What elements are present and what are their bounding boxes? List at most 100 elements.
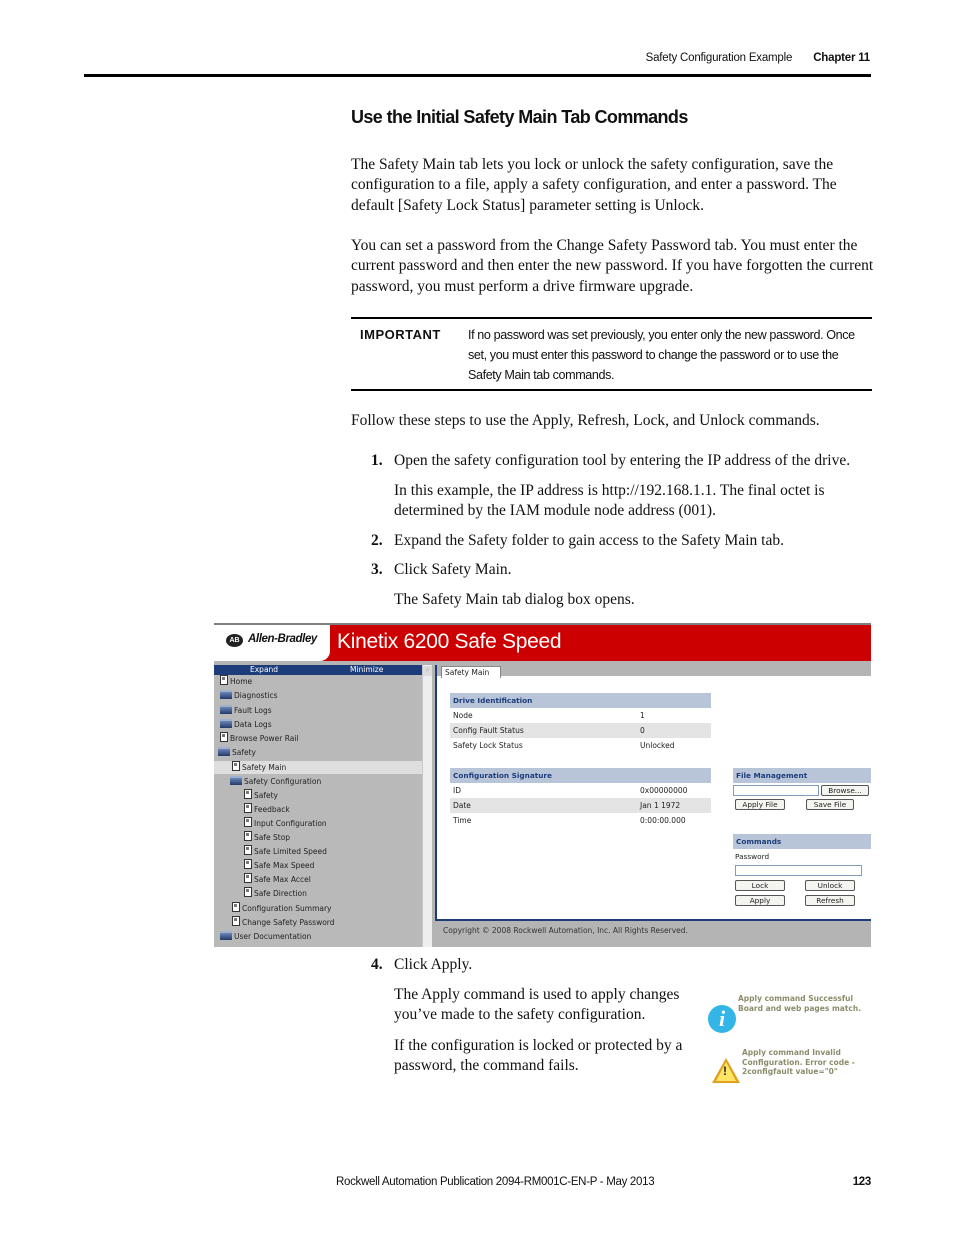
row-key: Safety Lock Status xyxy=(453,741,523,750)
nav-item[interactable]: User Documentation xyxy=(214,930,311,943)
row-value: Unlocked xyxy=(640,741,675,750)
tab-safety-main[interactable]: Safety Main xyxy=(441,666,501,678)
section-heading: Use the Initial Safety Main Tab Commands xyxy=(351,107,688,127)
scroll-up-icon[interactable]: ^ xyxy=(423,666,432,676)
page-icon xyxy=(244,817,252,827)
nav-item-label: Change Safety Password xyxy=(242,918,335,927)
row-value: 0:00:00.000 xyxy=(640,816,686,825)
page-icon xyxy=(232,916,240,926)
folder-open-icon xyxy=(230,776,242,785)
running-head-chapter: Chapter 11 xyxy=(813,52,870,64)
nav-item[interactable]: Home xyxy=(214,675,252,688)
warning-exclamation-icon: ! xyxy=(723,1064,727,1078)
nav-item[interactable]: Change Safety Password xyxy=(214,916,335,929)
content-panel: Safety Main Drive Identification Node 1 … xyxy=(435,665,871,921)
folder-icon xyxy=(220,705,232,714)
apply-file-button[interactable]: Apply File xyxy=(735,799,785,810)
password-input[interactable] xyxy=(735,865,862,876)
page-icon xyxy=(244,803,252,813)
page-icon xyxy=(244,887,252,897)
important-text: If no password was set previously, you e… xyxy=(468,328,855,382)
expand-button[interactable]: Expand xyxy=(250,665,278,675)
important-label: IMPORTANT xyxy=(360,327,441,342)
nav-item[interactable]: Diagnostics xyxy=(214,689,278,702)
nav-scrollbar[interactable]: ^ xyxy=(422,665,432,947)
nav-item[interactable]: Browse Power Rail xyxy=(214,732,299,745)
publication-id: Rockwell Automation Publication 2094-RM0… xyxy=(336,1176,655,1188)
nav-item-label: Diagnostics xyxy=(234,691,278,700)
nav-item[interactable]: Configuration Summary xyxy=(214,902,332,915)
table-row: Date Jan 1 1972 xyxy=(450,798,711,813)
running-head-section: Safety Configuration Example xyxy=(645,52,793,64)
nav-item-label: Safe Limited Speed xyxy=(254,847,327,856)
table-row: Node 1 xyxy=(450,708,711,723)
nav-toolbar: Expand Minimize xyxy=(214,665,422,675)
page-icon xyxy=(232,902,240,912)
nav-item-label: Home xyxy=(230,677,253,686)
brand-name: Allen-Bradley xyxy=(248,633,317,645)
apply-success-message: i Apply command Successful Board and web… xyxy=(706,992,871,1037)
nav-item[interactable]: Safety Configuration xyxy=(214,775,321,788)
page-icon xyxy=(232,761,240,771)
apply-button[interactable]: Apply xyxy=(735,895,785,906)
row-value: 0 xyxy=(640,726,645,735)
lock-button[interactable]: Lock xyxy=(735,880,785,891)
page-icon xyxy=(244,789,252,799)
step-4-detail-2: If the configuration is locked or protec… xyxy=(394,1037,683,1075)
page-icon xyxy=(244,873,252,883)
row-key: Config Fault Status xyxy=(453,726,524,735)
brand-logo: AB Allen-Bradley xyxy=(214,625,330,661)
unlock-button[interactable]: Unlock xyxy=(805,880,855,891)
nav-item[interactable]: Input Configuration xyxy=(214,817,327,830)
nav-item[interactable]: Safe Max Speed xyxy=(214,859,314,872)
step-text: Click Safety Main. xyxy=(394,561,512,578)
copyright-text: Copyright © 2008 Rockwell Automation, In… xyxy=(443,926,688,935)
page-number: 123 xyxy=(852,1176,872,1188)
minimize-button[interactable]: Minimize xyxy=(350,665,383,675)
nav-item-label: Safe Max Speed xyxy=(254,861,315,870)
app-banner: AB Allen-Bradley Kinetix 6200 Safe Speed xyxy=(214,625,871,661)
nav-item[interactable]: Safety xyxy=(214,746,256,759)
nav-item-label: Data Logs xyxy=(234,720,272,729)
nav-item[interactable]: Safe Max Accel xyxy=(214,873,311,886)
page-icon xyxy=(220,732,228,742)
paragraph-password: You can set a password from the Change S… xyxy=(351,237,874,295)
row-key: ID xyxy=(453,786,461,795)
error-message-text: Apply command Invalid Configuration. Err… xyxy=(742,1048,855,1076)
save-file-button[interactable]: Save File xyxy=(806,799,854,810)
refresh-button[interactable]: Refresh xyxy=(805,895,855,906)
safety-main-screenshot: AB Allen-Bradley Kinetix 6200 Safe Speed… xyxy=(214,623,871,947)
nav-item[interactable]: Feedback xyxy=(214,803,290,816)
row-key: Node xyxy=(453,711,473,720)
step-text: Click Apply. xyxy=(394,956,473,973)
browse-button[interactable]: Browse... xyxy=(821,785,869,796)
row-value: Jan 1 1972 xyxy=(640,801,681,810)
nav-item[interactable]: Data Logs xyxy=(214,718,272,731)
nav-item[interactable]: Safe Limited Speed xyxy=(214,845,327,858)
nav-item-label: Configuration Summary xyxy=(242,904,332,913)
nav-item-label: Fault Logs xyxy=(234,706,272,715)
info-icon: i xyxy=(708,1005,736,1033)
nav-item-label: Safe Direction xyxy=(254,889,307,898)
paragraph-steps-intro: Follow these steps to use the Apply, Ref… xyxy=(351,412,820,429)
configuration-signature-header: Configuration Signature xyxy=(450,768,711,783)
nav-item[interactable]: Safety Main xyxy=(214,761,422,774)
row-value: 1 xyxy=(640,711,645,720)
nav-item[interactable]: Fault Logs xyxy=(214,704,272,717)
step-number: 3. xyxy=(371,561,383,578)
nav-item[interactable]: Safe Direction xyxy=(214,887,307,900)
row-key: Time xyxy=(453,816,472,825)
nav-item-label: Safe Max Accel xyxy=(254,875,311,884)
nav-item-label: Safety Main xyxy=(242,763,287,772)
nav-item-label: User Documentation xyxy=(234,932,312,941)
nav-item[interactable]: Safety xyxy=(214,789,278,802)
nav-item-label: Safety xyxy=(232,748,256,757)
nav-item[interactable]: Safe Stop xyxy=(214,831,290,844)
table-row: Config Fault Status 0 xyxy=(450,723,711,738)
nav-tree: Expand Minimize Home Diagnostics Fault Log… xyxy=(214,665,422,947)
header-rule xyxy=(84,74,871,77)
commands-header: Commands xyxy=(733,834,871,849)
folder-icon xyxy=(220,931,232,940)
step-4-detail: The Apply command is used to apply chang… xyxy=(394,986,680,1024)
file-path-input[interactable] xyxy=(733,785,819,796)
